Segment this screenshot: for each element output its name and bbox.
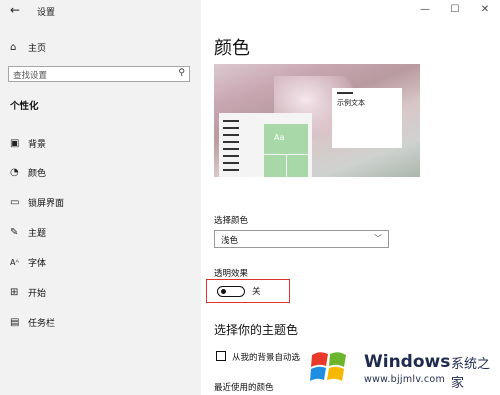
sidebar-item-lock-screen[interactable]: ▭ 锁屏界面 (10, 196, 64, 209)
preview-list-lines (223, 120, 239, 176)
close-button[interactable]: ✕ (470, 0, 500, 20)
accent-section-title: 选择你的主题色 (214, 323, 299, 337)
preview-tile-row (264, 155, 308, 177)
preview-dialog-text: 示例文本 (337, 99, 365, 107)
background-icon: ▣ (10, 138, 20, 149)
main-panel: — ☐ ✕ 颜色 Aa 示例文本 选择颜色 浅色 ﹀ 透明效果 关 选择你的主题… (201, 0, 500, 395)
taskbar-icon: ▤ (10, 317, 20, 328)
sidebar-item-label: 颜色 (28, 169, 47, 179)
minimize-button[interactable]: — (410, 0, 440, 20)
back-arrow-icon[interactable]: ← (10, 3, 20, 17)
windows-logo-icon (310, 352, 346, 381)
auto-accent-label: 从我的背景自动选 (232, 353, 301, 363)
choose-color-dropdown[interactable]: 浅色 ﹀ (214, 230, 389, 248)
sidebar-item-label: 开始 (28, 289, 47, 299)
sidebar-item-fonts[interactable]: Aᴬ 字体 (10, 256, 46, 269)
transparency-highlight: 关 (206, 279, 290, 303)
choose-color-label: 选择颜色 (214, 216, 249, 226)
window-title: 设置 (37, 8, 56, 18)
sidebar-item-label: 主页 (28, 44, 47, 54)
search-placeholder: 查找设置 (13, 71, 48, 81)
sidebar-item-colors[interactable]: ◔ 颜色 (10, 166, 46, 179)
start-icon: ⊞ (10, 287, 19, 298)
color-preview: Aa 示例文本 (214, 64, 420, 177)
sidebar-item-themes[interactable]: ✎ 主题 (10, 226, 46, 239)
toggle-knob (221, 289, 226, 294)
sidebar-item-label: 背景 (28, 140, 47, 150)
section-title: 个性化 (10, 101, 39, 112)
search-icon[interactable]: ⚲ (178, 68, 185, 78)
sidebar-item-taskbar[interactable]: ▤ 任务栏 (10, 316, 55, 329)
watermark: Windows 系统之家 www.bjjmlv.com (304, 343, 500, 395)
preview-dialog: 示例文本 (332, 88, 402, 148)
search-input[interactable]: 查找设置 ⚲ (8, 66, 190, 82)
transparency-label: 透明效果 (214, 269, 249, 279)
preview-tile: Aa (264, 124, 308, 154)
sidebar-item-label: 主题 (28, 229, 47, 239)
sidebar-item-label: 任务栏 (28, 319, 56, 329)
chevron-down-icon: ﹀ (374, 234, 382, 243)
maximize-button[interactable]: ☐ (440, 0, 470, 20)
sidebar-item-label: 锁屏界面 (28, 199, 65, 209)
sidebar-item-start[interactable]: ⊞ 开始 (10, 286, 46, 299)
sidebar: ← 设置 ⌂ 主页 查找设置 ⚲ 个性化 ▣ 背景 ◔ 颜色 ▭ 锁屏界面 ✎ … (0, 0, 201, 395)
sidebar-item-label: 字体 (28, 259, 47, 269)
recent-colors-label: 最近使用的颜色 (214, 383, 274, 393)
transparency-state: 关 (252, 287, 261, 297)
lock-screen-icon: ▭ (10, 197, 20, 208)
watermark-url: www.bjjmlv.com (364, 374, 446, 385)
preview-tile-text: Aa (274, 133, 285, 142)
font-icon: Aᴬ (10, 258, 19, 267)
auto-accent-checkbox[interactable] (216, 351, 226, 361)
transparency-toggle[interactable] (217, 286, 245, 297)
home-icon: ⌂ (10, 42, 17, 53)
choose-color-value: 浅色 (221, 236, 239, 246)
sidebar-item-background[interactable]: ▣ 背景 (10, 137, 46, 150)
theme-icon: ✎ (10, 227, 19, 238)
page-title: 颜色 (214, 38, 250, 59)
palette-icon: ◔ (10, 167, 19, 178)
sidebar-item-home[interactable]: ⌂ 主页 (10, 41, 46, 54)
watermark-cn: 系统之家 (451, 357, 491, 391)
watermark-brand: Windows (364, 352, 451, 372)
